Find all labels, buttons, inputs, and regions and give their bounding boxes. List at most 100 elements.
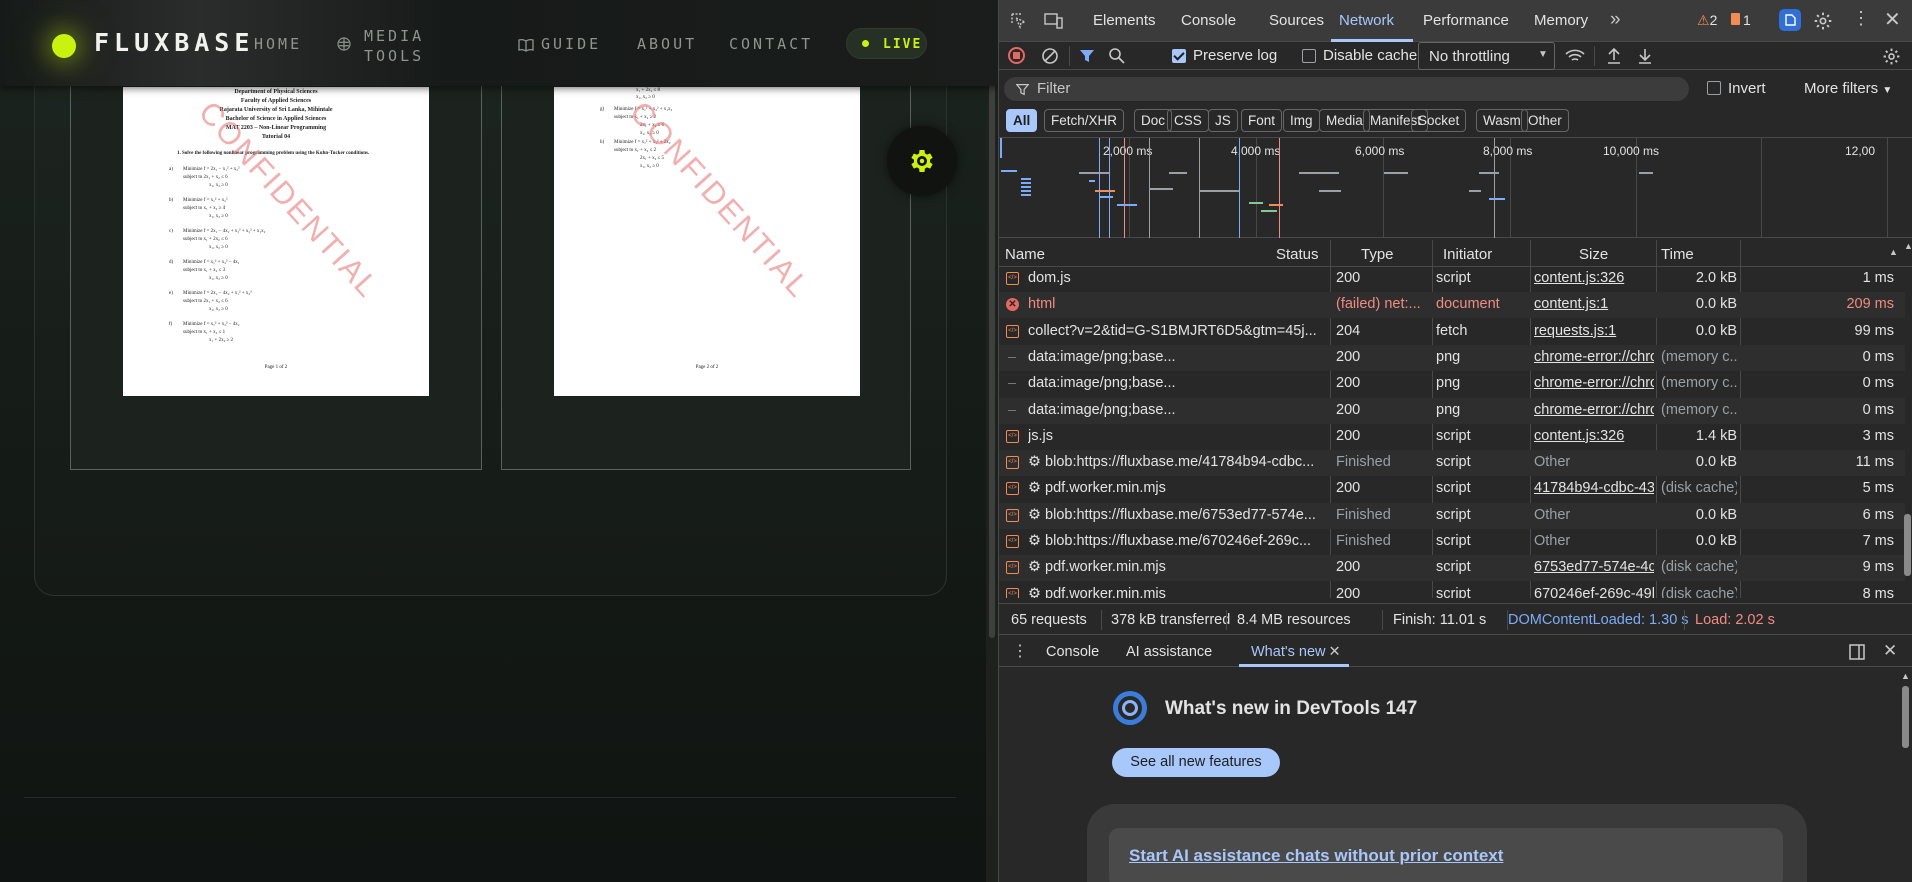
request-name[interactable]: js.js: [1028, 428, 1326, 444]
pdf-page-card-2[interactable]: x₁ + 2x₂ ≤ 8 x₁, x₂ ≥ 0 g) Minimize f = x…: [501, 60, 911, 470]
type-filter-img[interactable]: Img: [1283, 109, 1320, 132]
table-row[interactable]: </> collect?v=2&tid=G-S1BMJRT6D5&gtm=45j.…: [999, 319, 1905, 345]
table-row[interactable]: data:image/png;base... 200 png chrome-error…: [999, 397, 1905, 424]
filter-funnel-icon[interactable]: [1079, 48, 1095, 64]
invert-label[interactable]: Invert: [1728, 80, 1766, 97]
tab-sources[interactable]: Sources: [1269, 12, 1324, 29]
overview-selection-handle[interactable]: [1000, 138, 1002, 158]
disable-cache-label[interactable]: Disable cache: [1323, 47, 1417, 64]
tab-network[interactable]: Network: [1339, 12, 1394, 29]
request-name[interactable]: html: [1028, 296, 1326, 312]
table-row[interactable]: </> ⚙ blob:https://fluxbase.me/6753ed77-5…: [999, 502, 1905, 529]
filter-input[interactable]: Filter: [1004, 77, 1689, 101]
inspect-element-icon[interactable]: [1010, 12, 1028, 30]
drawer-tab-ai-assistance[interactable]: AI assistance: [1126, 644, 1212, 660]
dock-side-icon[interactable]: [1849, 644, 1865, 660]
close-tab-icon[interactable]: ✕: [1329, 644, 1341, 660]
type-filter-font[interactable]: Font: [1241, 109, 1283, 132]
ai-assistant-button[interactable]: [1779, 9, 1801, 31]
request-name[interactable]: ⚙ pdf.worker.min.mjs: [1028, 480, 1326, 496]
request-name[interactable]: data:image/png;base...: [1028, 349, 1326, 365]
table-row[interactable]: </> ⚙ blob:https://fluxbase.me/41784b94-c…: [999, 450, 1905, 477]
table-row[interactable]: data:image/png;base... 200 png chrome-error…: [999, 344, 1905, 371]
network-settings-icon[interactable]: [1882, 47, 1901, 66]
column-header-initiator[interactable]: Initiator: [1443, 246, 1492, 263]
request-initiator[interactable]: content.js:1: [1534, 296, 1654, 312]
request-initiator[interactable]: chrome-error://chromew: [1534, 349, 1654, 365]
preserve-log-label[interactable]: Preserve log: [1193, 47, 1277, 64]
export-har-icon[interactable]: [1637, 47, 1653, 65]
type-filter-fetchxhr[interactable]: Fetch/XHR: [1044, 109, 1125, 132]
request-initiator[interactable]: chrome-error://chromew: [1534, 375, 1654, 391]
nav-about[interactable]: ABOUT: [637, 35, 697, 53]
table-row[interactable]: </> ⚙ blob:https://fluxbase.me/670246ef-2…: [999, 529, 1905, 555]
request-name[interactable]: dom.js: [1028, 270, 1326, 286]
tab-console[interactable]: Console: [1181, 12, 1236, 29]
request-name[interactable]: ⚙ blob:https://fluxbase.me/41784b94-cdbc…: [1028, 454, 1326, 470]
column-header-name[interactable]: Name: [1005, 246, 1045, 263]
request-initiator[interactable]: content.js:326: [1534, 428, 1654, 444]
drawer-tab-console[interactable]: Console: [1046, 644, 1099, 660]
nav-contact[interactable]: CONTACT: [729, 35, 813, 53]
request-initiator[interactable]: 41784b94-cdbc-432d-84: [1534, 480, 1654, 496]
type-filter-css[interactable]: CSS: [1167, 109, 1209, 132]
column-header-time[interactable]: Time: [1661, 246, 1694, 263]
request-initiator[interactable]: content.js:326: [1534, 270, 1654, 286]
settings-gear-icon[interactable]: [1813, 11, 1833, 31]
request-name[interactable]: data:image/png;base...: [1028, 375, 1326, 391]
more-tabs-icon[interactable]: »: [1610, 9, 1621, 31]
nav-guide[interactable]: GUIDE: [518, 35, 601, 53]
table-row[interactable]: </> ⚙ pdf.worker.min.mjs 200 script 41784b94…: [999, 476, 1905, 502]
table-scrollbar[interactable]: [1901, 268, 1912, 598]
invert-checkbox[interactable]: [1707, 81, 1721, 95]
throttling-select[interactable]: No throttling ▼: [1418, 42, 1555, 70]
settings-button[interactable]: [887, 126, 957, 196]
request-name[interactable]: collect?v=2&tid=G-S1BMJRT6D5&gtm=45j...: [1028, 323, 1326, 339]
more-options-icon[interactable]: ⋮: [1852, 8, 1870, 29]
search-icon[interactable]: [1108, 47, 1126, 65]
table-row[interactable]: </> ⚙ pdf.worker.min.mjs 200 script 6753ed77…: [999, 555, 1905, 582]
network-overview[interactable]: 2,000 ms 4,000 ms 6,000 ms 8,000 ms 10,000 m…: [999, 137, 1912, 238]
column-header-size[interactable]: Size: [1579, 246, 1608, 263]
drawer-scrollbar-thumb[interactable]: [1902, 686, 1909, 748]
scrollbar-thumb[interactable]: [989, 78, 995, 638]
request-initiator[interactable]: requests.js:1: [1534, 323, 1654, 339]
drawer-tab-whats-new[interactable]: What's new ✕: [1251, 644, 1341, 660]
import-har-icon[interactable]: [1606, 47, 1622, 65]
nav-home[interactable]: HOME: [254, 35, 302, 53]
issues-badge[interactable]: 1: [1731, 12, 1751, 28]
table-row[interactable]: data:image/png;base... 200 png chrome-error…: [999, 371, 1905, 397]
clear-icon[interactable]: [1041, 47, 1059, 65]
type-filter-all[interactable]: All: [1006, 109, 1038, 132]
scrollbar-thumb[interactable]: [1904, 514, 1911, 576]
network-conditions-icon[interactable]: [1565, 48, 1585, 64]
warnings-badge[interactable]: ⚠2: [1697, 12, 1717, 29]
see-all-features-button[interactable]: See all new features: [1112, 748, 1280, 777]
nav-media-tools[interactable]: MEDIA TOOLS: [336, 26, 424, 66]
type-filter-js[interactable]: JS: [1208, 109, 1238, 132]
record-stop-icon[interactable]: [1008, 47, 1025, 64]
scroll-up-icon[interactable]: ▲: [1904, 241, 1912, 251]
drawer-menu-icon[interactable]: ⋮: [1012, 641, 1028, 661]
close-devtools-icon[interactable]: ✕: [1884, 7, 1901, 32]
table-row[interactable]: </> dom.js 200 script content.js:326 2.0 kB 1 …: [999, 268, 1905, 292]
request-name[interactable]: ⚙ blob:https://fluxbase.me/6753ed77-574e…: [1028, 507, 1326, 523]
device-toolbar-icon[interactable]: [1044, 12, 1064, 30]
request-name[interactable]: ⚙ pdf.worker.min.mjs: [1028, 559, 1326, 575]
feature-link[interactable]: Start AI assistance chats without prior …: [1129, 846, 1503, 866]
type-filter-wasm[interactable]: Wasm: [1476, 109, 1528, 132]
more-filters-button[interactable]: More filters ▼: [1804, 80, 1892, 97]
request-initiator[interactable]: 6753ed77-574e-4ca3-a2: [1534, 559, 1654, 575]
brand-logo[interactable]: FLUXBASE: [94, 28, 254, 57]
close-drawer-icon[interactable]: ✕: [1883, 641, 1897, 661]
feature-item[interactable]: Start AI assistance chats without prior …: [1109, 828, 1783, 882]
type-filter-other[interactable]: Other: [1521, 109, 1569, 132]
drawer-scroll-up-icon[interactable]: ▲: [1901, 671, 1910, 681]
tab-elements[interactable]: Elements: [1093, 12, 1156, 29]
tab-performance[interactable]: Performance: [1423, 12, 1509, 29]
tab-memory[interactable]: Memory: [1534, 12, 1588, 29]
request-name[interactable]: data:image/png;base...: [1028, 402, 1326, 418]
column-header-status[interactable]: Status: [1276, 246, 1319, 263]
column-header-type[interactable]: Type: [1361, 246, 1394, 263]
pdf-page-card-1[interactable]: Department of Physical Sciences Faculty …: [70, 60, 482, 470]
